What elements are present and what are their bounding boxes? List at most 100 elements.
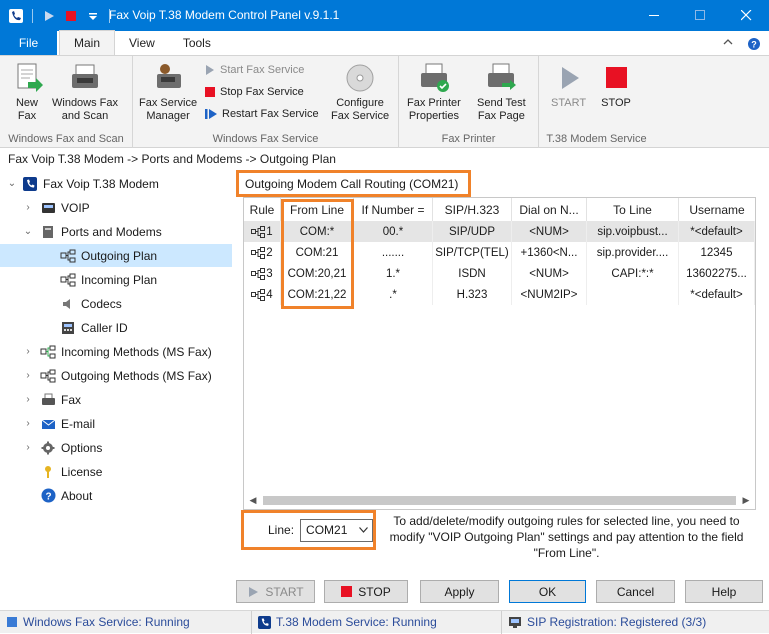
column-header[interactable]: From Line: [281, 198, 354, 221]
stop-icon[interactable]: [63, 8, 79, 24]
tree-item-incoming-methods[interactable]: › Incoming Methods (MS Fax): [0, 340, 232, 363]
fax-service-status-icon: [7, 617, 17, 627]
status-modem-service[interactable]: T.38 Modem Service: Running: [252, 610, 502, 634]
speaker-icon: [60, 296, 76, 312]
table-row[interactable]: 1 COM:* 00.* SIP/UDP <NUM> sip.voipbust.…: [244, 221, 755, 242]
fax-printer-icon: [420, 63, 449, 92]
chevron-down-icon[interactable]: ⌄: [6, 178, 18, 189]
fax-machine-icon: [40, 392, 56, 408]
chevron-right-icon[interactable]: ›: [22, 202, 34, 213]
cancel-button[interactable]: Cancel: [596, 580, 675, 603]
scroll-left-icon[interactable]: ◀: [245, 495, 261, 506]
chevron-down-icon[interactable]: ⌄: [22, 226, 34, 237]
status-fax-service[interactable]: Windows Fax Service: Running: [0, 610, 252, 634]
table-cell: COM:21,22: [281, 284, 354, 305]
table-row[interactable]: 4 COM:21,22 .* H.323 <NUM2IP> *<default>: [244, 284, 755, 305]
tree-item-root[interactable]: ⌄ Fax Voip T.38 Modem: [0, 172, 232, 195]
maximize-button[interactable]: [677, 0, 723, 31]
fax-printer-properties-button[interactable]: Fax Printer Properties: [407, 62, 461, 123]
column-header[interactable]: SIP/H.323: [433, 198, 512, 221]
rule-icon: [251, 267, 266, 280]
column-header[interactable]: Rule: [244, 198, 281, 221]
group-windows-fax-and-scan: New Fax Windows Fax and Scan Windows Fax…: [0, 56, 133, 148]
window-title: Fax Voip T.38 Modem Control Panel v.9.1.…: [109, 8, 340, 22]
tree-item-ports-and-modems[interactable]: ⌄ Ports and Modems: [0, 220, 232, 243]
stop-icon: [205, 87, 215, 97]
app-phone-icon[interactable]: [8, 8, 24, 24]
ribbon-main: New Fax Windows Fax and Scan Windows Fax…: [0, 55, 769, 148]
chevron-right-icon[interactable]: ›: [22, 346, 34, 357]
table-cell: SIP/TCP(TEL): [433, 242, 512, 263]
configure-fax-service-button[interactable]: Configure Fax Service: [331, 62, 389, 123]
svg-text:?: ?: [45, 492, 51, 503]
tab-main[interactable]: Main: [59, 30, 116, 55]
modem-stop-button[interactable]: STOP: [599, 62, 633, 110]
send-test-fax-page-button[interactable]: Send Test Fax Page: [477, 62, 526, 123]
group-label-windows-fax-and-scan: Windows Fax and Scan: [8, 133, 124, 145]
column-header[interactable]: To Line: [587, 198, 679, 221]
scroll-right-icon[interactable]: ▶: [738, 495, 754, 506]
column-header[interactable]: Dial on N...: [512, 198, 587, 221]
table-cell: <NUM>: [512, 221, 587, 242]
ribbon-tab-bar: File Main View Tools ?: [0, 30, 769, 55]
tab-file[interactable]: File: [0, 31, 57, 55]
chevron-right-icon[interactable]: ›: [22, 394, 34, 405]
restart-icon: [205, 109, 217, 119]
line-dropdown[interactable]: COM21: [300, 518, 373, 542]
stop-fax-service-button[interactable]: Stop Fax Service: [205, 86, 304, 98]
chevron-right-icon[interactable]: ›: [22, 442, 34, 453]
tree-item-outgoing-methods[interactable]: › Outgoing Methods (MS Fax): [0, 364, 232, 387]
key-icon: [40, 464, 56, 480]
minimize-button[interactable]: [631, 0, 677, 31]
table-row[interactable]: 2 COM:21 ....... SIP/TCP(TEL) +1360<N...…: [244, 242, 755, 263]
tree-item-codecs[interactable]: Codecs: [0, 292, 232, 315]
apply-button[interactable]: Apply: [420, 580, 499, 603]
table-cell: H.323: [433, 284, 512, 305]
table-cell: 1.*: [354, 263, 433, 284]
tree-item-incoming-plan[interactable]: Incoming Plan: [0, 268, 232, 291]
tree-item-about[interactable]: ? About: [0, 484, 232, 507]
windows-fax-and-scan-button[interactable]: Windows Fax and Scan: [52, 62, 118, 123]
tree-item-fax[interactable]: › Fax: [0, 388, 232, 411]
tree-item-license[interactable]: License: [0, 460, 232, 483]
table-row[interactable]: 3 COM:20,21 1.* ISDN <NUM> CAPI:*:* 1360…: [244, 263, 755, 284]
start-button[interactable]: START: [236, 580, 315, 603]
routing-table[interactable]: Rule From Line If Number = SIP/H.323 Dia…: [243, 197, 756, 510]
table-cell: <NUM>: [512, 263, 587, 284]
table-cell: sip.provider....: [587, 242, 679, 263]
scroll-thumb[interactable]: [263, 495, 736, 505]
fax-service-manager-button[interactable]: Fax Service Manager: [139, 62, 197, 123]
collapse-ribbon-icon[interactable]: [723, 37, 733, 54]
chevron-right-icon[interactable]: ›: [22, 370, 34, 381]
disc-icon: [346, 64, 374, 92]
chevron-right-icon[interactable]: ›: [22, 418, 34, 429]
play-icon: [249, 586, 259, 597]
horizontal-scrollbar[interactable]: ◀ ▶: [245, 492, 754, 508]
restart-fax-service-button[interactable]: Restart Fax Service: [205, 108, 319, 120]
column-header[interactable]: Username: [679, 198, 755, 221]
modem-start-button[interactable]: START: [551, 62, 586, 110]
tree-item-email[interactable]: › E-mail: [0, 412, 232, 435]
status-sip-registration[interactable]: SIP Registration: Registered (3/3): [502, 611, 769, 634]
tab-view[interactable]: View: [115, 31, 169, 55]
stop-button[interactable]: STOP: [324, 580, 408, 603]
tree-item-caller-id[interactable]: Caller ID: [0, 316, 232, 339]
tab-tools[interactable]: Tools: [169, 31, 225, 55]
start-fax-service-button[interactable]: Start Fax Service: [205, 64, 304, 76]
tree-item-options[interactable]: › Options: [0, 436, 232, 459]
tree-item-outgoing-plan[interactable]: Outgoing Plan: [0, 244, 232, 267]
play-icon[interactable]: [41, 8, 57, 24]
tree-item-voip[interactable]: › VOIP: [0, 196, 232, 219]
sip-registration-icon: [509, 616, 521, 628]
group-t38-modem-service: START STOP T.38 Modem Service: [539, 56, 654, 148]
group-fax-printer: Fax Printer Properties Send Test Fax Pag…: [399, 56, 539, 148]
ok-button[interactable]: OK: [509, 580, 586, 603]
column-header[interactable]: If Number =: [354, 198, 433, 221]
customize-qa-icon[interactable]: [85, 8, 101, 24]
close-button[interactable]: [723, 0, 769, 31]
table-cell: 13602275...: [679, 263, 755, 284]
new-fax-button[interactable]: New Fax: [10, 62, 44, 123]
help-icon[interactable]: ?: [747, 37, 761, 54]
table-header: Rule From Line If Number = SIP/H.323 Dia…: [244, 198, 755, 221]
help-button[interactable]: Help: [685, 580, 763, 603]
